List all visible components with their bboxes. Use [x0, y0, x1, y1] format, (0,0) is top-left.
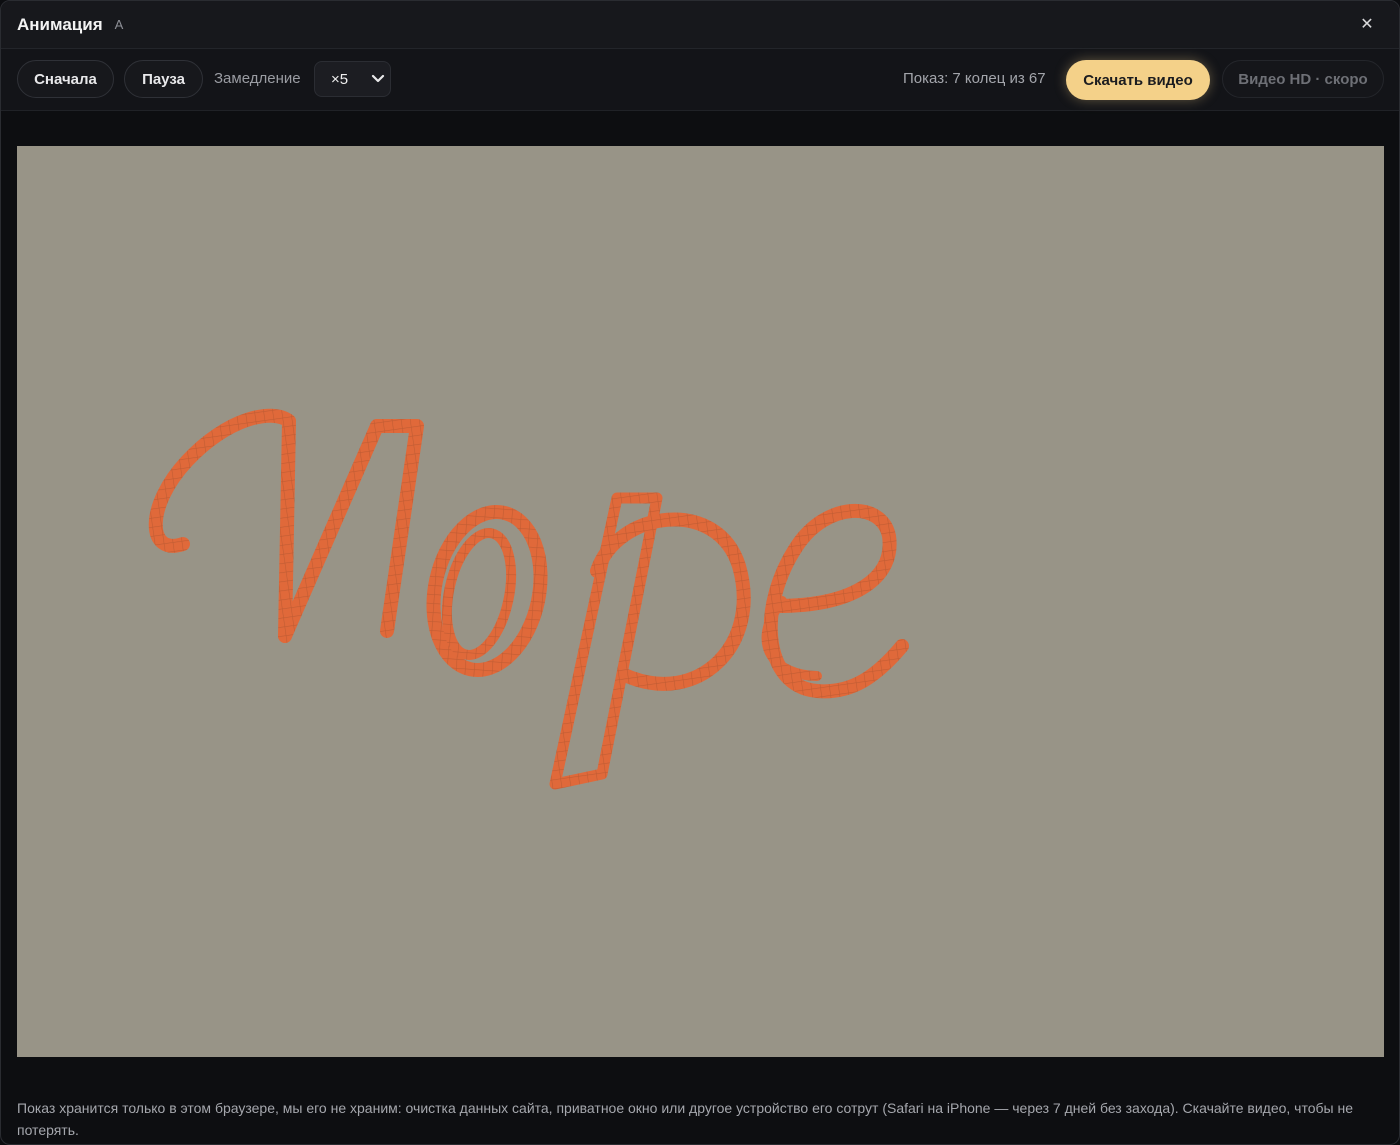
letter-p-stem — [549, 492, 663, 790]
download-video-button[interactable]: Скачать видео — [1066, 60, 1210, 100]
slowdown-select[interactable]: ×5 — [314, 61, 391, 97]
window-title: Анимация — [17, 14, 103, 34]
letter-n-curl — [148, 408, 296, 643]
mosaic-word-artwork — [148, 408, 909, 790]
title-badge: A — [114, 17, 124, 32]
animation-window: Анимация A ✕ Сначала Пауза Замедление ×5… — [0, 0, 1400, 1145]
storage-notice: Показ хранится только в этом браузере, м… — [17, 1100, 1353, 1138]
letter-n-right-stem — [370, 419, 424, 638]
progress-status: Показ: 7 колец из 67 — [903, 70, 1046, 87]
pause-button[interactable]: Пауза — [124, 60, 203, 98]
slowdown-value: ×5 — [331, 70, 349, 88]
restart-button[interactable]: Сначала — [17, 60, 114, 98]
letter-p-bowl — [590, 512, 751, 691]
slowdown-label: Замедление — [214, 70, 301, 87]
hd-video-button: Видео HD · скоро — [1222, 60, 1384, 98]
letter-n-diagonal — [278, 419, 384, 643]
close-button[interactable]: ✕ — [1357, 14, 1377, 34]
close-icon: ✕ — [1360, 16, 1374, 33]
title-bar: Анимация A ✕ — [1, 1, 1399, 49]
toolbar: Сначала Пауза Замедление ×5 Показ: 7 кол… — [1, 49, 1399, 111]
letter-e — [763, 503, 909, 699]
animation-canvas — [17, 146, 1384, 1057]
chevron-down-icon — [371, 74, 385, 83]
